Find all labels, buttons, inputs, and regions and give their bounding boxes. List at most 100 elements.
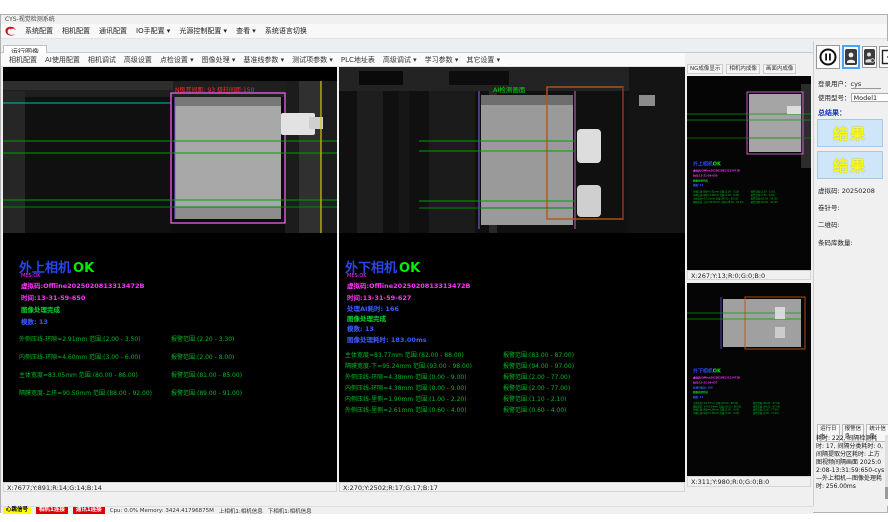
camera-view-lower[interactable]: AI检测画面 外下相机OK MES:OK 虚拟码:Offline20250208… [339,67,685,482]
lower-time-line: 时间:13-31-59-627 [347,292,411,302]
lower-count-line: 模数: 13 [347,323,374,333]
lower-result-ok: OK [399,261,420,276]
result-box-upper: 结果 [817,119,883,147]
lower-annotation: AI检测画面 [493,84,525,94]
app-window: CYS-视觉检测系统 系统配置 相机配置 通讯配置 IO手配置 ▾ 光源控制配置… [0,14,888,513]
panel-buttons [816,45,888,69]
upper-camera-image [3,81,337,233]
thumb-upper-overlay: 外上相机OK 虚拟码:Offline2025020813313472B 时间:1… [693,160,811,204]
upper-done-line: 图像处理完成 [21,304,60,314]
thumb-lower-cursor-status: X:311;Y:980;R:0;G:0;B:0 [687,476,811,487]
measure-row: 外侧压线-环隙=2.91mm 范围:(2.00 - 3.50)报警范围:(2.2… [19,334,331,352]
small-view-tabs: NG成像显示 相机内成像 画面内成像 [687,63,811,75]
lower-cursor-status: X:270;Y:2502;R:17;G:17;B:17 [339,482,685,492]
lower-measurements: 主体宽度=83.77mm 范围:(82.00 - 88.00)报警范围:(83.… [345,350,675,416]
tab-canvas-inner[interactable]: 画面内成像 [763,64,797,74]
result-box-lower: 结果 [817,151,883,179]
menu-language-switch[interactable]: 系统语言切换 [265,26,307,36]
upper-count-line: 模数: 13 [21,316,48,326]
panel-qr-label: 二维码: [818,219,840,229]
lower-barcode-line: 虚拟码:Offline2025020813313472B [347,280,470,290]
upper-annotation: N极耳间距: 93 极柱间距:150 [175,85,254,94]
measure-row: 主体宽度=83.05mm 范围:(80.00 - 86.00)报警范围:(81.… [19,370,331,388]
comm-connect-badge: 通讯1连接 [73,507,105,514]
lower-proc-time-line: 图像处理耗时: 183.00ms [347,334,427,344]
thumb-upper-cursor-status: X:267;Y:13;R:0;G:0;B:0 [687,270,811,280]
upper-time-line: 时间:13-31-59-650 [21,292,85,302]
menu-io-config[interactable]: IO手配置 ▾ [136,26,170,36]
lower-ai-time-line: 处理AI耗时: 166 [347,303,399,313]
tool-camera-config[interactable]: 相机配置 [9,55,37,65]
login-user-button[interactable] [842,45,860,69]
measure-row: 外侧压线-环隙=4.38mm 范围:(0.00 - 9.00)报警范围:(2.0… [345,372,675,383]
menu-comm-config[interactable]: 通讯配置 [99,26,127,36]
tab-camera-inner[interactable]: 相机内成像 [726,64,760,74]
panel-stock-label: 条码库数量: [818,237,853,247]
tool-advanced-settings[interactable]: 高级设置 [124,55,152,65]
lower-camera-info: 下相机1:相机信息 [268,507,312,515]
control-panel: 登录用户：cys 使用型号：Model1 总结果： 结果 结果 虚拟码: 202… [813,41,888,506]
model-row: 使用型号：Model1 [818,92,888,102]
tab-strip: 运行图像 [1,39,887,53]
measure-row: 隔膜宽度-下=95.24mm 范围:(93.00 - 98.00)报警范围:(9… [345,361,675,372]
tool-image-processing[interactable]: 图像处理 ▾ [202,55,236,65]
thumb-view-lower[interactable]: 外下相机OK 虚拟码:Offline2025020813313472B 时间:1… [687,283,811,476]
tool-learning-params[interactable]: 学习参数 ▾ [425,55,459,65]
lower-done-line: 图像处理完成 [347,313,386,323]
measure-row: 内侧压线-里侧=1.90mm 范围:(1.00 - 2.20)报警范围:(1.1… [345,394,675,405]
cpu-memory-status: Cpu: 0.0% Memory: 3424.41796875M [110,508,214,514]
thumb-lower-overlay: 外下相机OK 虚拟码:Offline2025020813313472B 时间:1… [693,367,811,415]
tool-test-params[interactable]: 测试项参数 ▾ [292,55,333,65]
upper-cursor-status: X:7677;Y:891;R:14;G:14;B:14 [3,482,337,492]
thumb-view-upper[interactable]: 外上相机OK 虚拟码:Offline2025020813313472B 时间:1… [687,76,811,270]
measure-row: 主体宽度=83.77mm 范围:(82.00 - 88.00)报警范围:(83.… [345,350,675,361]
log-text: 耗时: 222, 间隔检测耗时: 17, 间隔分类耗时: 0, 间隔提取分区耗时… [816,435,885,499]
measure-row: 内侧压线-环隙=4.38mm 范围:(0.00 - 9.00)报警范围:(2.0… [345,383,675,394]
tab-ng-display[interactable]: NG成像显示 [687,64,723,74]
camera-view-upper[interactable]: N极耳间距: 93 极柱间距:150 外上相机OK MES:OK 虚拟码:Off… [3,67,337,482]
lower-mes-line: MES:OK [347,273,367,279]
upper-barcode-line: 虚拟码:Offline2025020813313472B [21,280,144,290]
measure-row: 隔膜宽度-上环=90.50mm 范围:(88.00 - 92.00)报警范围:(… [19,388,331,406]
user-gear-icon [864,49,875,65]
window-title: CYS-视觉检测系统 [5,16,55,23]
titlebar: CYS-视觉检测系统 [1,15,887,24]
tool-baseline-params[interactable]: 基准线参数 ▾ [243,55,284,65]
panel-barcode-label: 虚拟码: 20250208 [818,185,875,195]
user-icon [845,49,857,65]
measure-row: 外侧压线-里侧=2.61mm 范围:(0.60 - 4.00)报警范围:(0.6… [345,405,675,416]
menubar: 系统配置 相机配置 通讯配置 IO手配置 ▾ 光源控制配置 ▾ 查看 ▾ 系统语… [1,24,887,39]
tool-advanced-debug[interactable]: 高级调试 ▾ [383,55,417,65]
model-value-input[interactable]: Model1 [851,93,888,102]
pause-button[interactable] [816,45,840,69]
camera-connect-badge: 相机1连接 [36,507,68,514]
menu-light-config[interactable]: 光源控制配置 ▾ [179,26,227,36]
tool-ai-usage-config[interactable]: AI使用配置 [45,55,80,65]
status-bar: 心跳信号 相机1连接 通讯1连接 Cpu: 0.0% Memory: 3424.… [1,506,813,514]
user-settings-button[interactable] [862,46,877,68]
heartbeat-badge: 心跳信号 [3,507,31,514]
menu-view[interactable]: 查看 ▾ [236,26,256,36]
total-result-label: 总结果： [818,108,846,118]
tool-plc-address[interactable]: PLC地址表 [341,55,375,65]
panel-pin-label: 卷针号: [818,202,840,212]
measure-row: 内侧压线-环隙=4.60mm 范围:(3.00 - 6.00)报警范围:(2.0… [19,352,331,370]
menu-camera-config[interactable]: 相机配置 [62,26,90,36]
result-lower-text: 结果 [833,155,867,176]
tool-camera-debug[interactable]: 相机调试 [88,55,116,65]
menu-system-config[interactable]: 系统配置 [25,26,53,36]
upper-measurements: 外侧压线-环隙=2.91mm 范围:(2.00 - 3.50)报警范围:(2.2… [19,334,331,406]
exit-door-icon [881,49,888,65]
upper-mes-line: MES:OK [21,273,41,279]
tool-other-settings[interactable]: 其它设置 ▾ [466,55,500,65]
login-user-value[interactable]: cys [851,80,881,89]
toolbar: 相机配置 AI使用配置 相机调试 高级设置 点检设置 ▾ 图像处理 ▾ 基准线参… [1,53,685,67]
app-logo-icon [4,26,16,37]
login-user-row: 登录用户：cys [818,78,881,89]
result-upper-text: 结果 [833,123,867,144]
tool-spot-check[interactable]: 点检设置 ▾ [160,55,194,65]
pause-icon [819,48,837,66]
upper-camera-info: 上相机1:相机信息 [219,507,263,515]
upper-result-ok: OK [73,261,94,276]
exit-button[interactable] [879,46,888,68]
